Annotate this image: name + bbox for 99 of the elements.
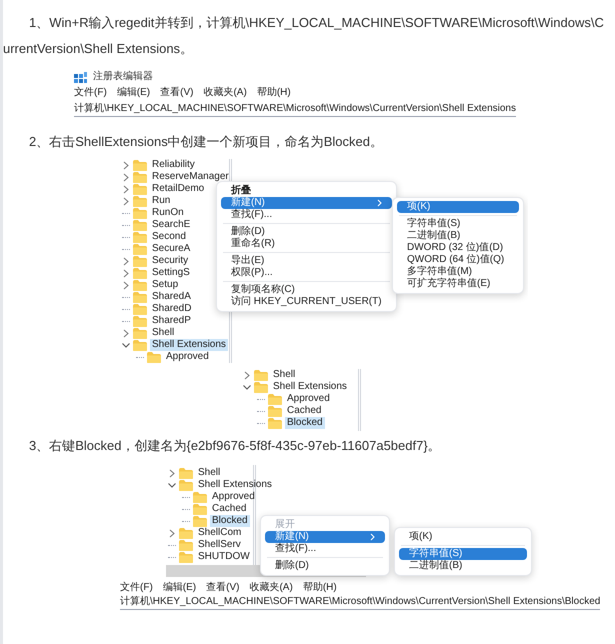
tree-item[interactable]: SettingS [150, 267, 192, 279]
folder-icon [179, 540, 193, 550]
menu-item[interactable]: QWORD (64 位)值(Q) [397, 254, 519, 266]
tree-item[interactable]: SharedA [150, 291, 193, 303]
menu-bar-item[interactable]: 编辑(E) [116, 86, 150, 100]
folder-icon [133, 268, 147, 278]
menu-bar-item[interactable]: 编辑(E) [162, 581, 196, 595]
tree-item[interactable]: Approved [210, 491, 257, 503]
tree-item[interactable]: Shell Extensions [196, 479, 274, 491]
folder-icon [179, 552, 193, 562]
menu-item[interactable]: 新建(N) [265, 531, 385, 543]
tree-item[interactable]: Shell Extensions [150, 339, 228, 351]
menu-item[interactable]: 导出(E) [221, 255, 392, 267]
folder-icon [268, 394, 282, 404]
menu-bar-item[interactable]: 查看(V) [206, 581, 240, 595]
menu-item[interactable]: 新建(N) [221, 197, 392, 209]
folder-icon [133, 280, 147, 290]
tree-item[interactable]: Blocked [285, 417, 325, 429]
folder-icon [133, 232, 147, 242]
tree-item[interactable]: Blocked [210, 515, 250, 527]
menu-item[interactable]: DWORD (32 位)值(D) [397, 242, 519, 254]
folder-icon [268, 418, 282, 428]
paragraph: 1、Win+R输入regedit并转到，计算机\HKEY_LOCAL_MACHINE\SOFTWARE\Microsoft\Windows\CurrentVersion\Shell Extensions。 [3, 14, 605, 58]
tree-item[interactable]: Approved [285, 393, 332, 405]
menu-bar-item[interactable]: 收藏夹(A) [203, 86, 247, 100]
tree-item[interactable]: SharedD [150, 303, 194, 315]
folder-icon [179, 468, 193, 478]
menu-item[interactable]: 字符串值(S) [399, 548, 527, 560]
tree-item[interactable]: Security [150, 255, 190, 267]
tree-item[interactable]: RunOn [150, 207, 186, 219]
menu-item[interactable]: 访问 HKEY_CURRENT_USER(T) [221, 296, 392, 308]
folder-icon [133, 328, 147, 338]
folder-icon [193, 492, 207, 502]
tree-item[interactable]: Shell [196, 467, 222, 479]
tree-item[interactable]: Reliability [150, 159, 197, 171]
folder-icon [133, 208, 147, 218]
menu-item[interactable]: 删除(D) [265, 560, 385, 572]
menu-item[interactable]: 项(K) [399, 531, 527, 543]
folder-icon [133, 160, 147, 170]
tree-item[interactable]: ShellServ [196, 539, 243, 551]
menu-item[interactable]: 字符串值(S) [397, 218, 519, 230]
folder-icon [268, 406, 282, 416]
folder-icon [179, 480, 193, 490]
folder-icon [133, 196, 147, 206]
folder-icon [133, 220, 147, 230]
menu-item[interactable]: 查找(F)... [221, 209, 392, 221]
folder-icon [133, 184, 147, 194]
tree-item[interactable]: Shell [150, 327, 176, 339]
address-bar[interactable]: 计算机\HKEY_LOCAL_MACHINE\SOFTWARE\Microsoft\Windows\CurrentVersion\Shell Extensions\Blocked [120, 595, 600, 610]
folder-icon [133, 244, 147, 254]
menu-item[interactable]: 删除(D) [221, 226, 392, 238]
folder-icon [133, 256, 147, 266]
tree-item[interactable]: Shell Extensions [271, 381, 349, 393]
folder-icon [254, 370, 268, 380]
tree-item[interactable]: RetailDemo [150, 183, 206, 195]
menu-item[interactable]: 复制项名称(C) [221, 284, 392, 296]
window-title: 注册表编辑器 [93, 70, 153, 84]
folder-icon [193, 516, 207, 526]
folder-icon [147, 352, 161, 362]
menu-item[interactable]: 项(K) [397, 201, 519, 213]
folder-icon [133, 304, 147, 314]
folder-icon [254, 382, 268, 392]
tree-item[interactable]: ReserveManager [150, 171, 231, 183]
tree-item[interactable]: Shell [271, 369, 298, 381]
tree-item[interactable]: Setup [150, 279, 180, 291]
tree-item[interactable]: Approved [164, 351, 211, 363]
tree-item[interactable]: SHUTDOW [196, 551, 252, 563]
menu-item[interactable]: 折叠 [221, 185, 392, 197]
menu-item[interactable]: 二进制值(B) [397, 230, 519, 242]
folder-icon [133, 316, 147, 326]
folder-icon [179, 528, 193, 538]
menu-bar-item[interactable]: 收藏夹(A) [249, 581, 293, 595]
menu-bar-item[interactable]: 帮助(H) [256, 86, 291, 100]
menu-item[interactable]: 权限(P)... [221, 267, 392, 279]
address-bar[interactable]: 计算机\HKEY_LOCAL_MACHINE\SOFTWARE\Microsoft\Windows\CurrentVersion\Shell Extensions [74, 102, 516, 117]
paragraph: 2、右击ShellExtensions中创建一个新项目，命名为Blocked。 [28, 133, 384, 151]
menu-item[interactable]: 二进制值(B) [399, 560, 527, 572]
tree-item[interactable]: ShellCom [196, 527, 244, 539]
folder-icon [133, 340, 147, 350]
folder-icon [193, 504, 207, 514]
folder-icon [133, 292, 147, 302]
menu-bar-item[interactable]: 文件(F) [74, 86, 107, 100]
tree-item[interactable]: Run [150, 195, 172, 207]
paragraph: 3、右键Blocked，创建名为{e2bf9676-5f8f-435c-97eb-11607a5bedf7}。 [28, 437, 442, 455]
menu-item[interactable]: 重命名(R) [221, 238, 392, 250]
tree-item[interactable]: Cached [210, 503, 248, 515]
registry-editor-icon [74, 72, 87, 82]
menu-bar-item[interactable]: 帮助(H) [302, 581, 337, 595]
menu-item[interactable]: 多字符串值(M) [397, 266, 519, 278]
menu-bar-item[interactable]: 文件(F) [120, 581, 153, 595]
folder-icon [133, 172, 147, 182]
tree-item[interactable]: SearchE [150, 219, 192, 231]
menu-bar-item[interactable]: 查看(V) [160, 86, 194, 100]
tree-item[interactable]: SecureA [150, 243, 192, 255]
tree-item[interactable]: Second [150, 231, 188, 243]
tree-item[interactable]: SharedP [150, 315, 193, 327]
tree-item[interactable]: Cached [285, 405, 324, 417]
menu-item[interactable]: 可扩充字符串值(E) [397, 278, 519, 290]
menu-item[interactable]: 查找(F)... [265, 543, 385, 555]
